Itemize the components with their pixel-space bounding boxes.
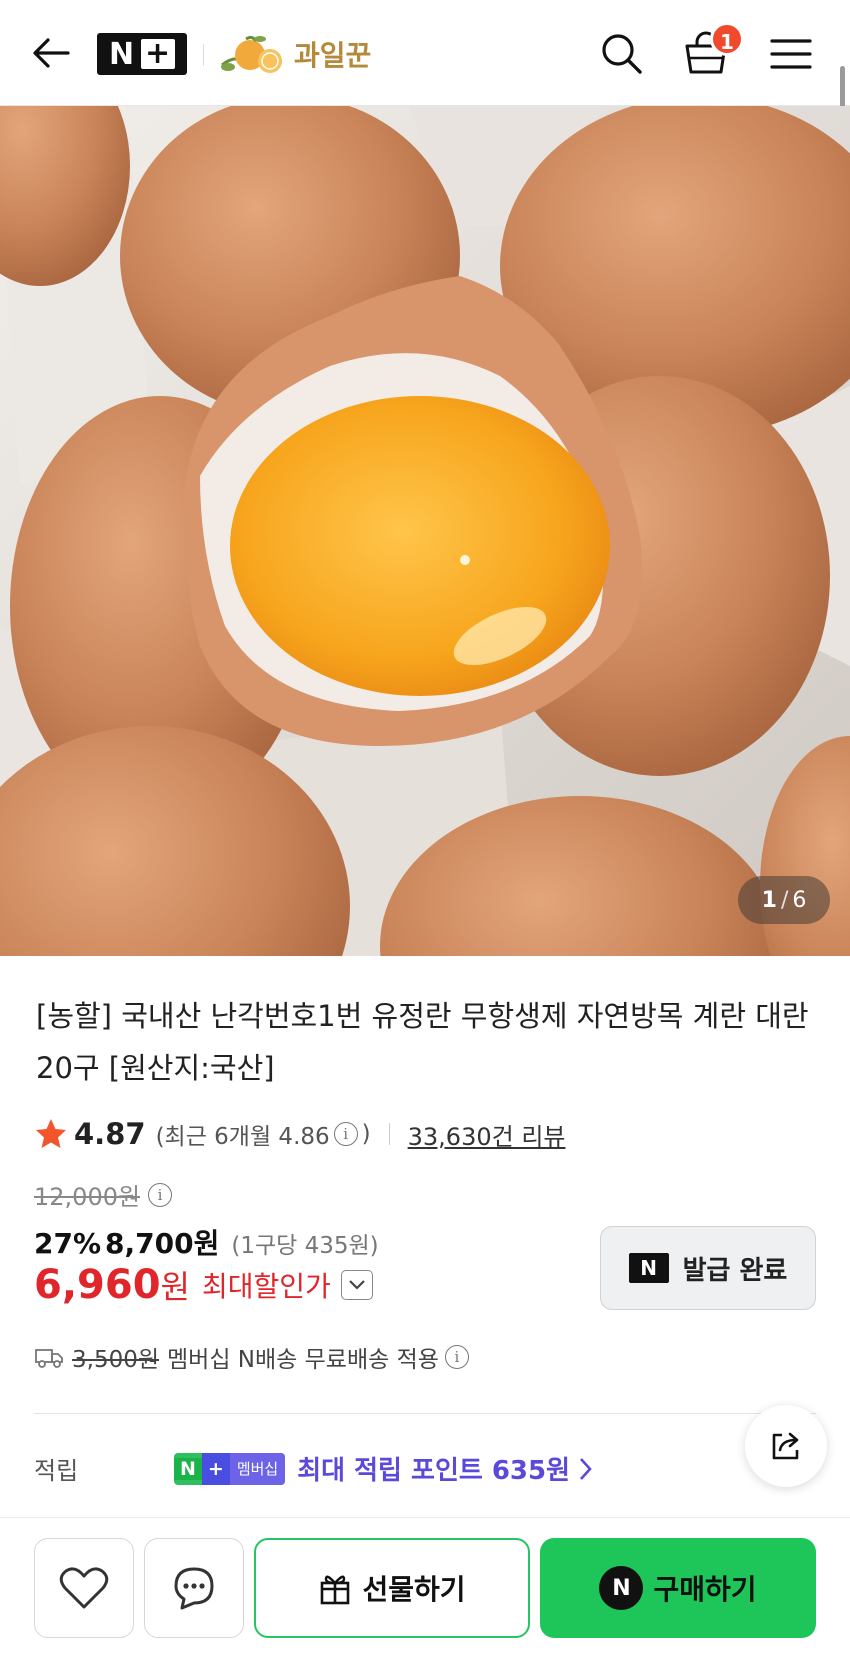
image-current-index: 1	[761, 887, 777, 913]
badge-membership: 멤버십	[229, 1452, 286, 1485]
rating-value: 4.87	[74, 1117, 146, 1151]
truck-icon	[35, 1349, 63, 1368]
rating-row: 4.87 (최근 6개월 4.86 i ) 33,630건 리뷰	[34, 1114, 566, 1154]
discount-row: 27% 8,700원 (1구당 435원)	[34, 1222, 379, 1262]
recent-rating-close: )	[361, 1121, 371, 1147]
badge-plus: +	[201, 1452, 230, 1485]
gift-button[interactable]: 선물하기	[254, 1538, 530, 1638]
cart-count-badge: 1	[710, 22, 744, 56]
shipping-info-icon[interactable]: i	[444, 1345, 469, 1369]
arrow-left-icon	[33, 38, 70, 68]
max-discount-label: 최대할인가	[201, 1270, 331, 1303]
top-navigation-bar: N + 과일꾼 1	[0, 0, 850, 106]
points-label: 적립	[34, 1457, 79, 1485]
max-price-value: 6,960	[34, 1262, 161, 1308]
product-title: [농할] 국내산 난각번호1번 유정란 무항생제 자연방목 계란 대란 20구 …	[36, 999, 809, 1085]
max-discount-expand-button[interactable]	[340, 1270, 373, 1300]
chat-bubble-icon	[174, 1567, 214, 1610]
review-count-link[interactable]: 33,630건 리뷰	[408, 1117, 566, 1152]
hamburger-menu-icon	[770, 39, 812, 69]
wishlist-button[interactable]	[34, 1538, 134, 1638]
gift-icon	[321, 1575, 350, 1605]
star-icon	[36, 1119, 66, 1148]
info-icon[interactable]: i	[333, 1122, 358, 1146]
discount-price: 8,700원	[105, 1227, 220, 1260]
talktalk-chat-button[interactable]	[144, 1538, 244, 1638]
section-divider	[34, 1413, 816, 1414]
badge-n: N	[174, 1457, 202, 1480]
image-page-indicator: 1 / 6	[738, 876, 830, 924]
logo-n: N	[108, 36, 136, 72]
store-logo[interactable]: 과일꾼	[220, 30, 380, 78]
back-button[interactable]	[28, 30, 74, 76]
original-price-value: 12,000원	[34, 1183, 141, 1211]
max-price-unit: 원	[160, 1268, 190, 1306]
original-shipping-fee: 3,500원	[72, 1347, 160, 1373]
max-discount-row: 6,960원 최대할인가	[34, 1262, 373, 1308]
search-button[interactable]	[598, 30, 646, 78]
heart-icon	[59, 1567, 109, 1609]
max-points-text: 최대 적립 포인트 635원	[297, 1456, 571, 1486]
points-row[interactable]: 적립 N + 멤버십 최대 적립 포인트 635원	[34, 1450, 594, 1487]
product-image-carousel[interactable]	[0, 106, 850, 956]
image-index-separator: /	[780, 887, 789, 913]
naver-n-icon: N	[628, 1253, 669, 1283]
coupon-label: 발급 완료	[682, 1255, 788, 1286]
chevron-right-icon	[580, 1457, 592, 1480]
naver-pay-icon: N	[599, 1566, 644, 1610]
coupon-issued-button[interactable]: N 발급 완료	[600, 1226, 816, 1310]
rating-divider	[388, 1123, 390, 1145]
buy-now-button[interactable]: N 구매하기	[540, 1538, 816, 1638]
recent-rating-text: (최근 6개월 4.86	[155, 1124, 330, 1150]
buy-label: 구매하기	[653, 1573, 757, 1606]
search-icon	[602, 34, 642, 74]
shipping-text: 멤버십 N배송 무료배송 적용	[167, 1347, 439, 1373]
logo-plus: +	[141, 39, 176, 69]
recent-rating: (최근 6개월 4.86 i )	[156, 1117, 371, 1151]
discount-rate: 27%	[34, 1227, 102, 1260]
price-info-icon[interactable]: i	[148, 1182, 173, 1207]
header-divider	[203, 44, 204, 66]
max-discount-price: 6,960원	[34, 1262, 190, 1308]
menu-button[interactable]	[768, 34, 814, 74]
orange-fruit-icon	[221, 35, 282, 73]
nplus-membership-badge: N + 멤버십	[174, 1452, 286, 1485]
image-total-count: 6	[792, 887, 807, 913]
share-button[interactable]	[745, 1405, 827, 1487]
gift-label: 선물하기	[362, 1573, 466, 1606]
naver-plus-store-logo[interactable]: N +	[97, 33, 187, 75]
product-photo-eggs	[0, 106, 850, 956]
bottom-action-bar: 선물하기 N 구매하기	[0, 1517, 850, 1661]
share-icon	[772, 1432, 799, 1460]
shipping-info: 3,500원 멤버십 N배송 무료배송 적용 i	[34, 1340, 473, 1374]
store-name: 과일꾼	[294, 39, 372, 72]
unit-price: (1구당 435원)	[231, 1233, 379, 1259]
chevron-down-icon	[349, 1280, 365, 1290]
original-price: 12,000원 i	[34, 1177, 176, 1212]
